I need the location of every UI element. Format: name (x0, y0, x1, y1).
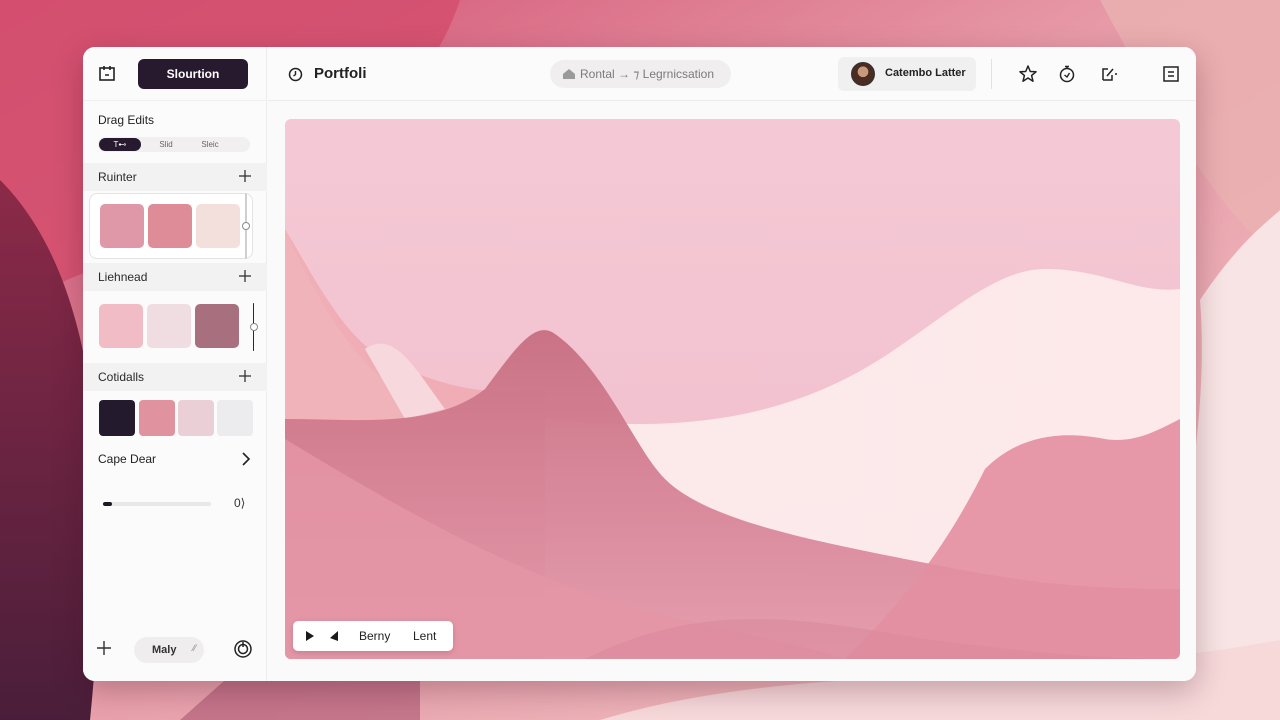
sidebar-heading: Drag Edits (98, 113, 155, 127)
section-header-ruinter: Ruinter (83, 163, 267, 191)
slider-knob[interactable] (250, 323, 258, 331)
top-bar: Portfoli Rontal → ⁊ Legrnicsation Catemb… (268, 47, 1196, 101)
clock-icon (288, 67, 303, 82)
primary-action-button[interactable]: Slourtion (138, 59, 248, 89)
color-swatch[interactable] (178, 400, 214, 436)
sidebar-footer: Maly ⁄⁄ (83, 631, 267, 671)
segment-option-2[interactable]: Slid (145, 138, 187, 151)
sidebar-top: Slourtion (83, 47, 267, 101)
cape-row[interactable]: Cape Dear (83, 445, 267, 475)
breadcrumb[interactable]: Rontal → ⁊ Legrnicsation (550, 60, 731, 88)
breadcrumb-text: Rontal → ⁊ Legrnicsation (580, 67, 715, 81)
segmented-control: T⊷ Slid Sleic (98, 137, 250, 152)
cape-label: Cape Dear (98, 452, 157, 466)
edit-icon[interactable] (1099, 64, 1119, 84)
color-swatch[interactable] (148, 204, 192, 248)
home-icon (563, 69, 575, 79)
timer-icon[interactable] (1057, 64, 1077, 84)
cape-value: 0⟩ (234, 496, 246, 510)
footer-pill-arrow: ⁄⁄ (192, 643, 196, 653)
user-chip[interactable]: Catembo Latter (838, 57, 976, 91)
section-title: Cotidalls (98, 370, 145, 384)
slider-fill (103, 502, 112, 506)
canvas-artwork (285, 119, 1180, 659)
add-icon[interactable] (237, 168, 253, 184)
toolbar-label-lent[interactable]: Lent (413, 629, 436, 643)
toolbar-label-berny[interactable]: Berny (359, 629, 390, 643)
color-swatch[interactable] (196, 204, 240, 248)
segment-option-3[interactable]: Sleic (189, 138, 231, 151)
footer-pill-button[interactable]: Maly ⁄⁄ (134, 637, 204, 663)
swatch-group-cotidalls (89, 393, 253, 441)
vertical-slider[interactable] (241, 193, 251, 259)
color-swatch[interactable] (100, 204, 144, 248)
chevron-right-icon[interactable] (239, 451, 253, 467)
panel-toggle-icon[interactable] (97, 64, 117, 84)
toolbar-divider (991, 59, 992, 89)
cape-slider[interactable] (103, 502, 211, 506)
power-icon[interactable] (233, 639, 253, 659)
section-header-cotidalls: Cotidalls (83, 363, 267, 391)
layout-icon[interactable] (1161, 64, 1181, 84)
page-title: Portfoli (314, 65, 367, 82)
section-header-liehnead: Liehnead (83, 263, 267, 291)
color-swatch[interactable] (99, 304, 143, 348)
add-icon[interactable] (237, 268, 253, 284)
sidebar: Slourtion Drag Edits T⊷ Slid Sleic Ruint… (83, 47, 267, 681)
avatar (851, 62, 875, 86)
user-name: Catembo Latter (885, 67, 966, 79)
canvas-preview[interactable]: Berny Lent (285, 119, 1180, 659)
slider-knob[interactable] (242, 222, 250, 230)
color-swatch[interactable] (99, 400, 135, 436)
color-swatch[interactable] (139, 400, 175, 436)
canvas-toolbar: Berny Lent (293, 621, 453, 651)
color-swatch[interactable] (217, 400, 253, 436)
swatch-group-liehnead (89, 294, 253, 360)
vertical-slider[interactable] (249, 303, 259, 351)
section-title: Liehnead (98, 270, 148, 284)
color-swatch[interactable] (147, 304, 191, 348)
rewind-icon[interactable] (329, 630, 339, 642)
segment-option-1[interactable]: T⊷ (99, 138, 141, 151)
color-swatch[interactable] (195, 304, 239, 348)
play-icon[interactable] (305, 630, 315, 642)
add-icon[interactable] (237, 368, 253, 384)
swatch-group-ruinter (89, 193, 253, 259)
star-icon[interactable] (1018, 64, 1038, 84)
section-title: Ruinter (98, 170, 137, 184)
app-window: Slourtion Drag Edits T⊷ Slid Sleic Ruint… (83, 47, 1196, 681)
footer-pill-label: Maly (152, 644, 177, 656)
add-icon[interactable] (95, 639, 113, 657)
